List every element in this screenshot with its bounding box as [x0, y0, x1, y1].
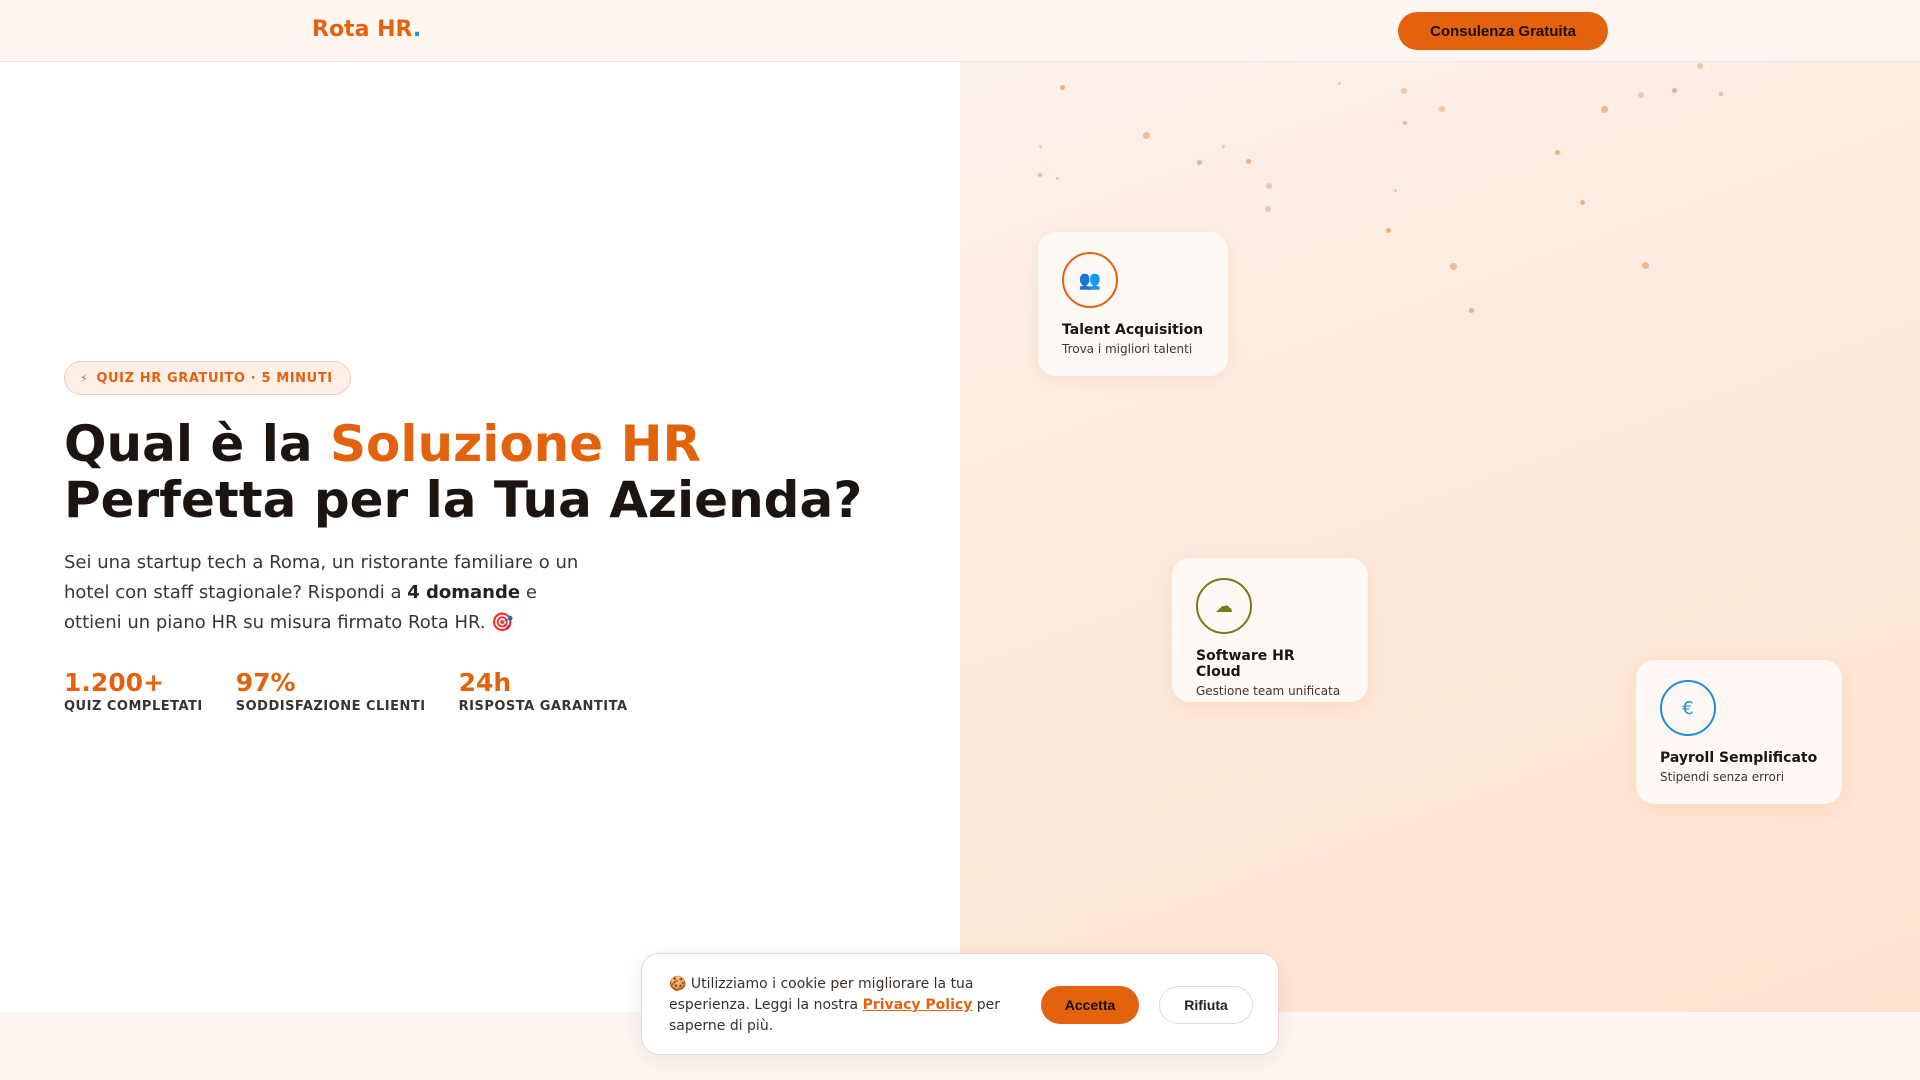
stat-value: 97% — [235, 668, 296, 697]
particle-dot — [1222, 145, 1225, 148]
lightning-icon: ⚡ — [80, 371, 89, 385]
card-title: Software HR Cloud — [1196, 648, 1295, 680]
hero-content: ⚡ QUIZ HR GRATUITO · 5 MINUTI Qual è la … — [0, 62, 960, 1012]
particle-dot — [1394, 189, 1397, 192]
title-part1: Qual è la — [64, 415, 330, 473]
card-title: Talent Acquisition — [1062, 322, 1204, 338]
logo-dot: . — [412, 17, 422, 42]
particle-dot — [1469, 308, 1474, 313]
cookie-text: 🍪 Utilizziamo i cookie per migliorare la… — [669, 974, 1009, 1037]
card-subtitle: Stipendi senza errori — [1660, 770, 1785, 784]
reject-cookies-button[interactable]: Rifiuta — [1159, 986, 1253, 1024]
payroll-icon: € — [1660, 680, 1716, 736]
consultation-button[interactable]: Consulenza Gratuita — [1398, 12, 1608, 50]
particle-dot — [1246, 159, 1251, 164]
stat-value: 1.200+ — [64, 668, 165, 697]
particle-dot — [1403, 121, 1407, 125]
logo-text: Rota HR — [312, 17, 413, 42]
people-icon: 👥 — [1062, 252, 1118, 308]
site-header: Rota HR. Consulenza Gratuita — [0, 0, 1920, 62]
stat-satisfaction: 97% SODDISFAZIONE CLIENTI — [236, 668, 426, 714]
card-subtitle: Gestione team unificata — [1196, 684, 1341, 698]
particle-dot — [1386, 228, 1391, 233]
card-subtitle: Trova i migliori talenti — [1062, 342, 1193, 356]
particle-dot — [1555, 150, 1560, 155]
cookie-banner: 🍪 Utilizziamo i cookie per migliorare la… — [641, 953, 1279, 1055]
card-talent-acquisition[interactable]: 👥 Talent Acquisition Trova i migliori ta… — [1038, 232, 1228, 376]
particle-dot — [1038, 173, 1042, 177]
desc-bold: 4 domande — [407, 582, 521, 603]
particle-dot — [1697, 63, 1703, 69]
badge-text: QUIZ HR GRATUITO · 5 MINUTI — [96, 370, 333, 386]
accept-cookies-button[interactable]: Accetta — [1041, 986, 1139, 1024]
quiz-badge: ⚡ QUIZ HR GRATUITO · 5 MINUTI — [64, 361, 351, 395]
card-title: Payroll Semplificato — [1660, 750, 1818, 766]
stat-response: 24h RISPOSTA GARANTITA — [459, 668, 628, 714]
particle-dot — [1719, 92, 1723, 96]
title-part2: Perfetta per la Tua Azienda? — [64, 471, 863, 529]
particle-dot — [1672, 88, 1677, 93]
particle-dot — [1265, 206, 1271, 212]
particle-dot — [1056, 177, 1059, 180]
particle-dot — [1197, 160, 1202, 165]
stat-quiz: 1.200+ QUIZ COMPLETATI — [64, 668, 203, 714]
particle-dot — [1638, 92, 1644, 98]
stat-label: QUIZ COMPLETATI — [64, 699, 203, 714]
particle-dot — [1450, 263, 1457, 270]
particle-dot — [1580, 200, 1585, 205]
hero-description: Sei una startup tech a Roma, un ristoran… — [64, 548, 584, 638]
title-highlight: Soluzione HR — [330, 415, 701, 473]
card-software-hr-cloud[interactable]: ☁ Software HR Cloud Gestione team unific… — [1172, 558, 1368, 702]
particle-dot — [1642, 262, 1649, 269]
particle-dot — [1266, 183, 1272, 189]
stat-label: RISPOSTA GARANTITA — [458, 699, 628, 714]
stat-label: SODDISFAZIONE CLIENTI — [235, 699, 426, 714]
privacy-policy-link[interactable]: Privacy Policy — [863, 997, 973, 1013]
logo[interactable]: Rota HR. — [312, 17, 421, 42]
particle-dot — [1060, 85, 1065, 90]
stat-value: 24h — [458, 668, 512, 697]
particle-dot — [1039, 145, 1042, 148]
particle-dot — [1439, 106, 1445, 112]
cloud-icon: ☁ — [1196, 578, 1252, 634]
particle-dot — [1601, 106, 1608, 113]
stats-row: 1.200+ QUIZ COMPLETATI 97% SODDISFAZIONE… — [64, 668, 661, 714]
particle-dot — [1401, 88, 1407, 94]
hero-visual: 👥 Talent Acquisition Trova i migliori ta… — [960, 62, 1920, 1012]
page-title: Qual è la Soluzione HR Perfetta per la T… — [64, 416, 924, 528]
card-payroll[interactable]: € Payroll Semplificato Stipendi senza er… — [1636, 660, 1842, 804]
particle-dot — [1143, 132, 1150, 139]
particle-dot — [1338, 82, 1341, 85]
